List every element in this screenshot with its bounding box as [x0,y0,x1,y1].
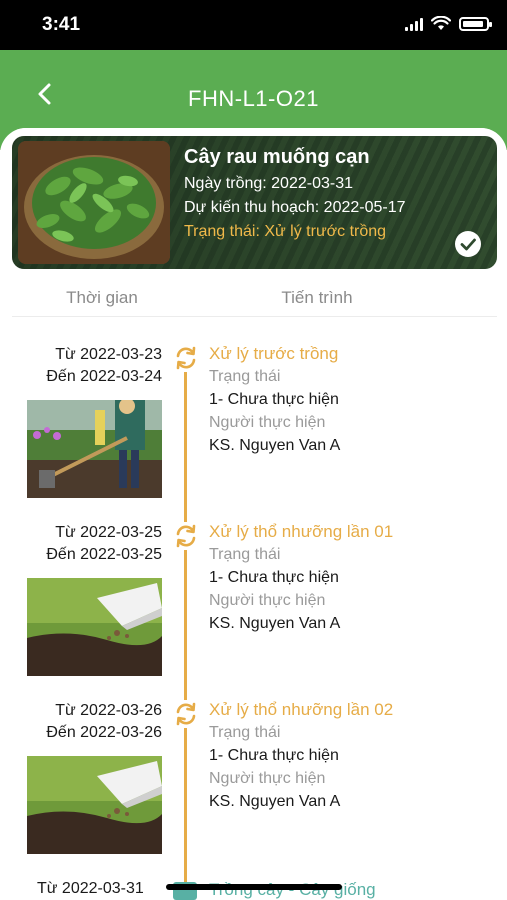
status-label: Trạng thái [209,546,281,563]
step-from-date: Từ 2022-03-25 [55,524,162,541]
check-circle-icon [455,231,481,257]
executor-value: KS. Nguyen Van A [209,793,341,810]
step-from-date: Từ 2022-03-31 [37,880,144,897]
step-from-date: Từ 2022-03-26 [55,702,162,719]
status-value: 1- Chưa thực hiện [209,391,339,408]
plant-card[interactable]: Cây rau muống cạn Ngày trồng: 2022-03-31… [12,136,497,269]
executor-label: Người thực hiện [209,592,326,609]
timeline-step[interactable]: Từ 2022-03-26 Đến 2022-03-26 Xử lý thổ n [12,700,497,870]
step-title: Xử lý thổ nhưỡng lần 01 [209,522,394,541]
column-header-progress: Tiến trình [281,288,353,307]
divider [12,316,497,317]
status-bar: 3:41 [0,0,507,50]
step-photo [27,400,162,498]
status-time: 3:41 [42,14,81,35]
step-from-date: Từ 2022-03-23 [55,346,162,363]
status-icons [405,16,492,31]
executor-value: KS. Nguyen Van A [209,615,341,632]
step-to-date: Đến 2022-03-25 [46,546,162,563]
column-header-time: Thời gian [66,288,138,307]
timeline-step[interactable]: Từ 2022-03-23 Đến 2022-03-24 Xử lý trước… [12,344,497,514]
executor-label: Người thực hiện [209,770,326,787]
timeline-step[interactable]: Từ 2022-03-25 Đến 2022-03-25 Xử lý thổ n [12,522,497,692]
executor-label: Người thực hiện [209,414,326,431]
sync-icon [172,700,200,728]
home-indicator[interactable] [166,884,342,890]
plant-name: Cây rau muống cạn [184,146,370,168]
step-title: Xử lý thổ nhưỡng lần 02 [209,700,394,719]
step-photo [27,578,162,676]
content-sheet: Cây rau muống cạn Ngày trồng: 2022-03-31… [0,128,507,900]
step-to-date: Đến 2022-03-26 [46,724,162,741]
executor-value: KS. Nguyen Van A [209,437,341,454]
step-title: Trồng cây - Cây giống [209,880,376,899]
planting-date: Ngày trồng: 2022-03-31 [184,175,353,192]
plant-photo [18,141,170,264]
plant-info: Cây rau muống cạn Ngày trồng: 2022-03-31… [184,146,487,241]
status-value: 1- Chưa thực hiện [209,569,339,586]
battery-icon [459,16,492,31]
status-label: Trạng thái [209,368,281,385]
plant-status: Trạng thái: Xử lý trước trồng [184,223,387,240]
status-value: 1- Chưa thực hiện [209,747,339,764]
status-label: Trạng thái [209,724,281,741]
step-title: Xử lý trước trồng [209,344,339,363]
wifi-icon [431,16,451,30]
step-photo [27,756,162,854]
step-to-date: Đến 2022-03-24 [46,368,162,385]
page-title: FHN-L1-O21 [188,86,319,111]
sync-icon [172,344,200,372]
sync-icon [172,522,200,550]
content-inner: Cây rau muống cạn Ngày trồng: 2022-03-31… [12,128,497,900]
expected-harvest: Dự kiến thu hoạch: 2022-05-17 [184,199,406,216]
signal-icon [405,17,423,31]
